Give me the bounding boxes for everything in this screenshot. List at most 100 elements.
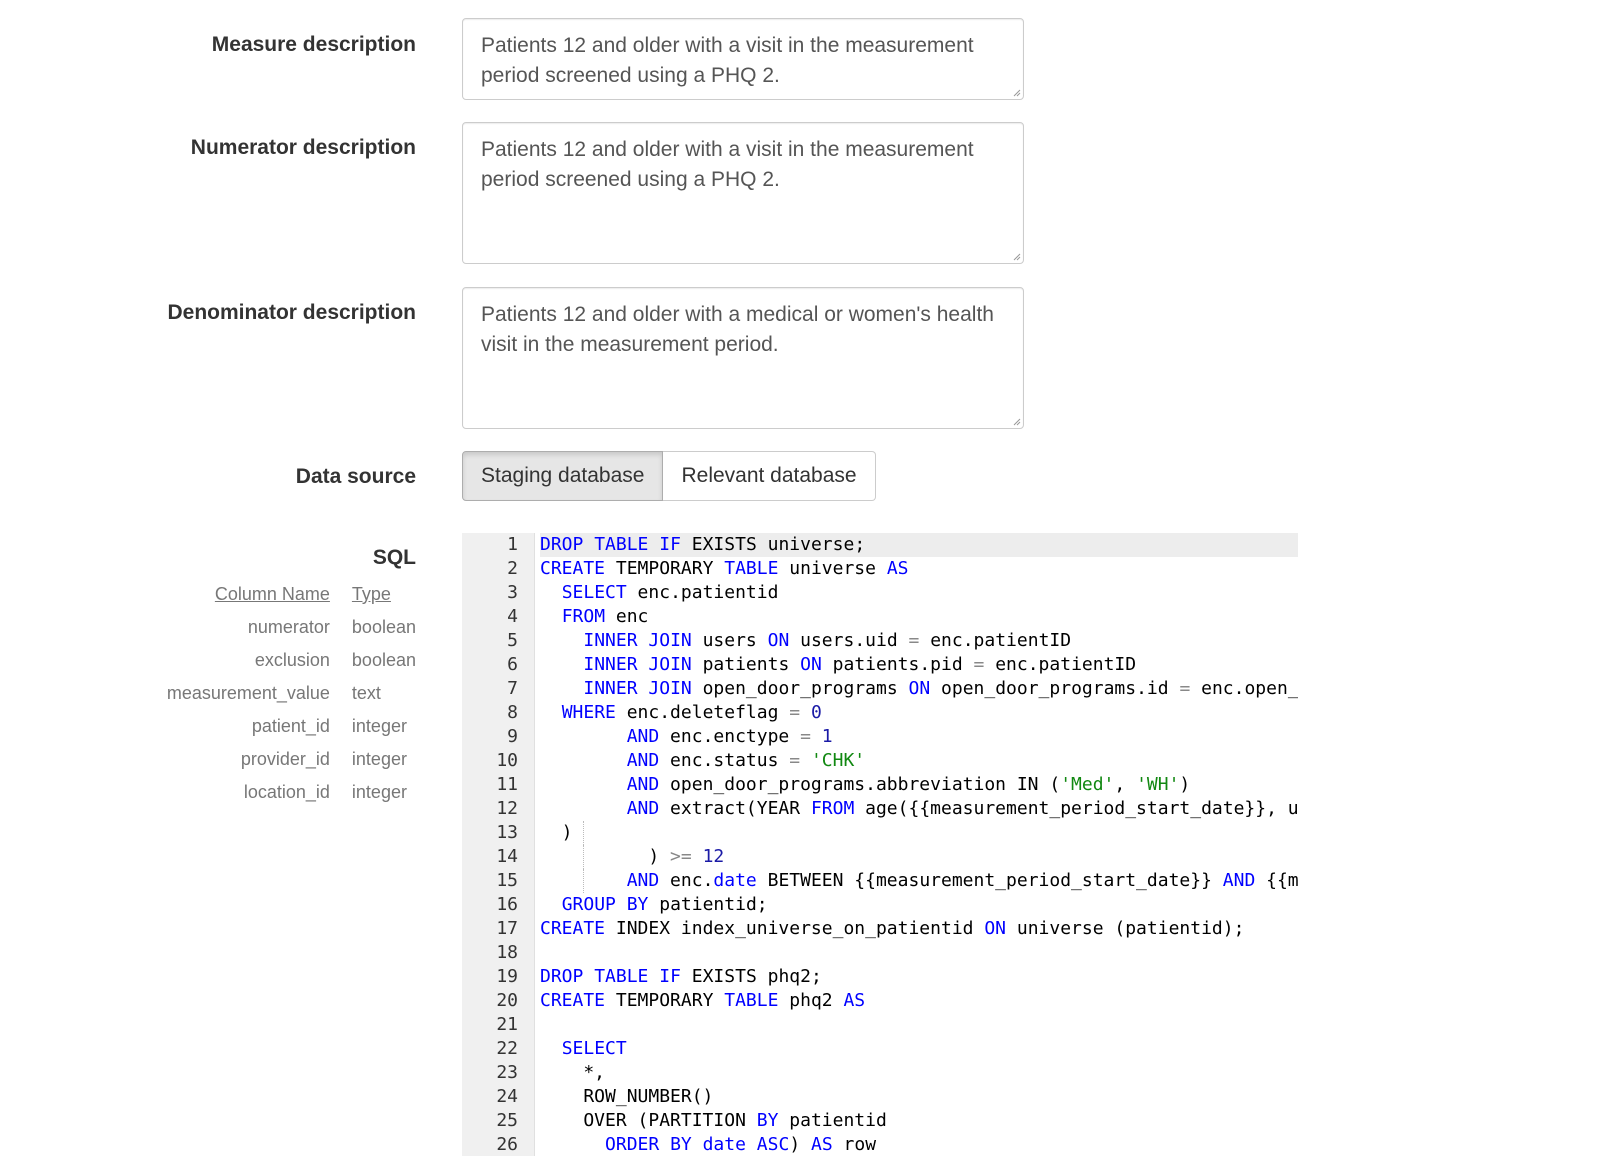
- line-number: 5: [507, 630, 518, 651]
- code-line: 14 ) >= 12: [462, 845, 1298, 869]
- code-line: 20 CREATE TEMPORARY TABLE phq2 AS: [462, 989, 1298, 1013]
- code-line: 26 ORDER BY date ASC) AS row: [462, 1133, 1298, 1156]
- code-line: 6 INNER JOIN patients ON patients.pid = …: [462, 653, 1298, 677]
- code-line: 17 CREATE INDEX index_universe_on_patient…: [462, 917, 1298, 941]
- line-number: 22: [496, 1038, 518, 1059]
- code-line: 11 AND open_door_programs.abbreviation I…: [462, 773, 1298, 797]
- line-number: 15: [496, 870, 518, 891]
- line-number: 10: [496, 750, 518, 771]
- line-number: 20: [496, 990, 518, 1011]
- data-source-label: Data source: [295, 465, 416, 488]
- type-header[interactable]: Type: [330, 578, 416, 611]
- column-name-cell: measurement_value: [166, 683, 330, 703]
- column-type-cell: boolean: [351, 617, 416, 637]
- column-schema-table: Column Name Type numerator boolean exclusi…: [145, 578, 416, 809]
- code-line-text: GROUP BY patientid;: [561, 894, 768, 915]
- column-name-cell: location_id: [243, 782, 330, 802]
- resize-handle-icon[interactable]: [1013, 253, 1021, 261]
- code-line-text: CREATE TEMPORARY TABLE universe AS: [540, 558, 909, 579]
- schema-row: exclusion boolean: [145, 644, 416, 677]
- measure-description-label: Measure description: [211, 33, 416, 56]
- code-line-text: AND enc.status = 'CHK': [626, 750, 866, 771]
- line-number: 7: [507, 678, 518, 699]
- code-line-text: ) >= 12: [540, 846, 725, 867]
- line-number: 19: [496, 966, 518, 987]
- indent-guide: [583, 845, 584, 869]
- line-number: 18: [496, 942, 518, 963]
- staging-database-button[interactable]: Staging database: [462, 451, 664, 501]
- code-line-text: DROP TABLE IF EXISTS universe;: [540, 533, 1298, 557]
- denominator-description-label: Denominator description: [167, 301, 416, 324]
- line-number: 6: [507, 654, 518, 675]
- sql-code-editor[interactable]: 1 DROP TABLE IF EXISTS universe; 2 CREATE T…: [462, 533, 1298, 1156]
- resize-handle-icon[interactable]: [1013, 89, 1021, 97]
- denominator-description-text: Patients 12 and older with a medical or …: [481, 303, 994, 356]
- code-line-text: WHERE enc.deleteflag = 0: [561, 702, 822, 723]
- code-line-text: DROP TABLE IF EXISTS phq2;: [540, 966, 822, 987]
- line-number: 14: [496, 846, 518, 867]
- code-line-text: CREATE INDEX index_universe_on_patientid…: [540, 918, 1245, 939]
- measure-description-textarea[interactable]: Patients 12 and older with a visit in th…: [462, 18, 1024, 100]
- code-line: 21: [462, 1013, 1298, 1037]
- measure-description-text: Patients 12 and older with a visit in th…: [481, 34, 974, 87]
- column-type-cell: integer: [351, 749, 407, 769]
- code-line: 1 DROP TABLE IF EXISTS universe;: [462, 533, 1298, 557]
- schema-row: patient_id integer: [145, 710, 416, 743]
- resize-handle-icon[interactable]: [1013, 418, 1021, 426]
- line-number: 12: [496, 798, 518, 819]
- code-line: 23 *,: [462, 1061, 1298, 1085]
- line-number: 25: [496, 1110, 518, 1131]
- line-number: 1: [507, 534, 518, 555]
- line-number: 2: [507, 558, 518, 579]
- code-line: 9 AND enc.enctype = 1: [462, 725, 1298, 749]
- code-line: 19 DROP TABLE IF EXISTS phq2;: [462, 965, 1298, 989]
- code-line: 25 OVER (PARTITION BY patientid: [462, 1109, 1298, 1133]
- line-number: 23: [496, 1062, 518, 1083]
- code-line-text: AND open_door_programs.abbreviation IN (…: [626, 774, 1191, 795]
- code-line: 15 AND enc.date BETWEEN {{measurement_pe…: [462, 869, 1298, 893]
- column-name-cell: exclusion: [254, 650, 330, 670]
- column-name-header[interactable]: Column Name: [145, 578, 330, 611]
- schema-row: provider_id integer: [145, 743, 416, 776]
- relevant-database-button[interactable]: Relevant database: [663, 451, 876, 501]
- code-line-text: INNER JOIN users ON users.uid = enc.pati…: [583, 630, 1072, 651]
- code-line-text: SELECT: [561, 1038, 627, 1059]
- schema-row: numerator boolean: [145, 611, 416, 644]
- code-line-text: AND extract(YEAR FROM age({{measurement_…: [626, 798, 1298, 819]
- indent-guide: [583, 869, 584, 893]
- code-line-text: *,: [540, 1062, 606, 1083]
- code-line-text: INNER JOIN patients ON patients.pid = en…: [583, 654, 1137, 675]
- code-line-text: AND enc.date BETWEEN {{measurement_perio…: [626, 870, 1298, 891]
- numerator-description-text: Patients 12 and older with a visit in th…: [481, 138, 974, 191]
- numerator-description-textarea[interactable]: Patients 12 and older with a visit in th…: [462, 122, 1024, 264]
- column-type-cell: text: [351, 683, 381, 703]
- code-line-text: SELECT enc.patientid: [561, 582, 779, 603]
- line-number: 16: [496, 894, 518, 915]
- denominator-description-textarea[interactable]: Patients 12 and older with a medical or …: [462, 287, 1024, 429]
- code-line: 3 SELECT enc.patientid: [462, 581, 1298, 605]
- column-type-cell: integer: [351, 716, 407, 736]
- code-line: 4 FROM enc: [462, 605, 1298, 629]
- code-line: 18: [462, 941, 1298, 965]
- code-line: 24 ROW_NUMBER(): [462, 1085, 1298, 1109]
- code-line-text: ): [540, 822, 573, 843]
- line-number: 3: [507, 582, 518, 603]
- code-line: 8 WHERE enc.deleteflag = 0: [462, 701, 1298, 725]
- code-line: 10 AND enc.status = 'CHK': [462, 749, 1298, 773]
- code-line: 13 ): [462, 821, 1298, 845]
- line-number: 17: [496, 918, 518, 939]
- code-line: 12 AND extract(YEAR FROM age({{measureme…: [462, 797, 1298, 821]
- code-line-text: CREATE TEMPORARY TABLE phq2 AS: [540, 990, 866, 1011]
- code-line-text: ORDER BY date ASC) AS row: [605, 1134, 877, 1155]
- schema-row: measurement_value text: [145, 677, 416, 710]
- schema-row: location_id integer: [145, 776, 416, 809]
- code-line-text: INNER JOIN open_door_programs ON open_do…: [583, 678, 1298, 699]
- line-number: 26: [496, 1134, 518, 1155]
- line-number: 9: [507, 726, 518, 747]
- code-line-text: ROW_NUMBER(): [540, 1086, 714, 1107]
- column-type-cell: integer: [351, 782, 407, 802]
- numerator-description-label: Numerator description: [190, 136, 416, 159]
- code-line-text: OVER (PARTITION BY patientid: [540, 1110, 887, 1131]
- code-line: 2 CREATE TEMPORARY TABLE universe AS: [462, 557, 1298, 581]
